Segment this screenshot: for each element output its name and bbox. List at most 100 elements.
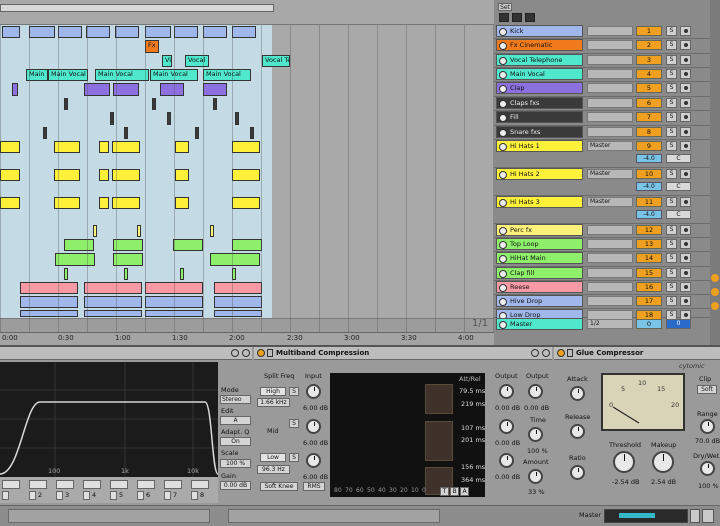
track-play-icon[interactable] — [499, 42, 507, 50]
track-number-button[interactable]: 10 — [636, 169, 662, 179]
eq-band-filter-4[interactable] — [83, 480, 101, 489]
adapt-q-toggle[interactable]: On — [220, 437, 251, 446]
clip[interactable] — [0, 169, 20, 181]
eq-band-filter-6[interactable] — [137, 480, 155, 489]
clip[interactable] — [99, 169, 109, 181]
track-name[interactable]: Kick — [496, 25, 583, 37]
clip[interactable] — [29, 26, 55, 38]
track-play-icon[interactable] — [499, 284, 507, 292]
track-io-field[interactable] — [587, 69, 633, 79]
eq-band-enable-4[interactable] — [83, 491, 90, 500]
track-play-icon[interactable] — [499, 171, 507, 179]
track-name[interactable]: Reese — [496, 281, 583, 293]
track-number-button[interactable]: 16 — [636, 282, 662, 292]
track-lane[interactable] — [0, 111, 494, 127]
track-arm-button[interactable] — [680, 239, 691, 249]
track-arm-button[interactable] — [680, 69, 691, 79]
ratio-knob[interactable] — [570, 465, 585, 480]
track-lane[interactable] — [0, 295, 494, 310]
mbc-view-button[interactable]: B — [450, 487, 459, 496]
clip[interactable] — [203, 83, 227, 96]
track-arm-button[interactable] — [680, 253, 691, 263]
track-play-icon[interactable] — [499, 255, 507, 263]
clip[interactable] — [64, 98, 68, 110]
track-number-button[interactable]: 8 — [636, 127, 662, 137]
mbc-power-icon[interactable] — [257, 349, 265, 357]
loop-brace-strip[interactable] — [0, 0, 494, 25]
track-io-field[interactable] — [587, 127, 633, 137]
loop-brace[interactable] — [0, 4, 274, 12]
clip[interactable] — [55, 253, 95, 266]
track-arm-button[interactable] — [680, 225, 691, 235]
track-lane[interactable] — [0, 252, 494, 268]
amount-knob[interactable] — [528, 469, 543, 484]
eq-display[interactable]: 100 1k 10k — [0, 362, 219, 477]
track-io-field[interactable] — [587, 98, 633, 108]
mbc-fold-icon[interactable] — [267, 349, 273, 357]
master-volume[interactable]: 0 — [636, 319, 662, 329]
track-io-field[interactable] — [587, 282, 633, 292]
track-io-field[interactable] — [587, 112, 633, 122]
low-output-knob[interactable] — [499, 453, 514, 468]
track-lane[interactable] — [0, 281, 494, 296]
track-arm-button[interactable] — [680, 296, 691, 306]
eq-band-filter-3[interactable] — [56, 480, 74, 489]
clip[interactable]: Vocal — [185, 55, 209, 67]
track-lane[interactable] — [0, 25, 494, 40]
track-solo-button[interactable]: S — [666, 239, 677, 249]
clip[interactable] — [232, 26, 256, 38]
eq-band-enable-3[interactable] — [56, 491, 63, 500]
track-arm-button[interactable] — [680, 141, 691, 151]
track-number-button[interactable]: 4 — [636, 69, 662, 79]
mid-output-knob[interactable] — [499, 419, 514, 434]
clip[interactable]: Main Vocal — [48, 69, 88, 81]
mbc-view-button[interactable]: T — [440, 487, 449, 496]
track-number-button[interactable]: 7 — [636, 112, 662, 122]
glue-power-icon[interactable] — [557, 349, 565, 357]
track-arm-button[interactable] — [680, 98, 691, 108]
eq-band-filter-7[interactable] — [164, 480, 182, 489]
return-indicator-icon[interactable] — [711, 302, 719, 310]
track-lane[interactable] — [0, 224, 494, 239]
clip[interactable]: Vocal Te — [262, 55, 290, 67]
clip[interactable] — [175, 197, 189, 209]
eq-band-filter-5[interactable] — [110, 480, 128, 489]
track-play-icon[interactable] — [499, 321, 507, 329]
track-number-button[interactable]: 17 — [636, 296, 662, 306]
clip[interactable] — [113, 253, 143, 266]
glue-fold-icon[interactable] — [567, 349, 573, 357]
track-number-button[interactable]: 12 — [636, 225, 662, 235]
clip[interactable] — [232, 239, 262, 251]
track-arm-button[interactable] — [680, 26, 691, 36]
track-name[interactable]: Fill — [496, 111, 583, 123]
mode-dropdown[interactable]: Stereo — [220, 395, 251, 404]
track-io-field[interactable]: Master — [587, 169, 633, 179]
track-solo-button[interactable]: S — [666, 225, 677, 235]
track-solo-button[interactable]: S — [666, 112, 677, 122]
track-io-field[interactable] — [587, 83, 633, 93]
status-button[interactable] — [702, 509, 714, 523]
eq-band-filter-8[interactable] — [191, 480, 209, 489]
mbc-meter-display[interactable]: Att/Rel 79.5 ms 219 ms 107 ms 201 ms 156… — [330, 373, 485, 497]
track-io-field[interactable] — [587, 268, 633, 278]
soft-clip-toggle[interactable]: Soft — [697, 385, 717, 394]
clip[interactable] — [99, 141, 109, 153]
track-lane[interactable] — [0, 82, 494, 98]
track-solo-button[interactable]: S — [666, 282, 677, 292]
track-lane[interactable]: Main VMain VocalMain VocalMain VocalMain… — [0, 68, 494, 83]
track-arm-button[interactable] — [680, 83, 691, 93]
track-io-field[interactable] — [587, 55, 633, 65]
track-io-field[interactable] — [587, 239, 633, 249]
track-solo-button[interactable]: S — [666, 26, 677, 36]
eq-band-enable-8[interactable] — [191, 491, 198, 500]
track-play-icon[interactable] — [499, 298, 507, 306]
clip[interactable] — [110, 112, 114, 125]
rms-button[interactable]: RMS — [303, 482, 325, 491]
clip[interactable] — [214, 296, 262, 308]
high-solo-button[interactable]: S — [289, 387, 299, 396]
clip[interactable] — [175, 169, 189, 181]
clip[interactable] — [93, 225, 97, 237]
threshold-knob[interactable] — [613, 451, 635, 473]
clip[interactable] — [232, 141, 260, 153]
track-name[interactable]: Snare fxs — [496, 126, 583, 138]
